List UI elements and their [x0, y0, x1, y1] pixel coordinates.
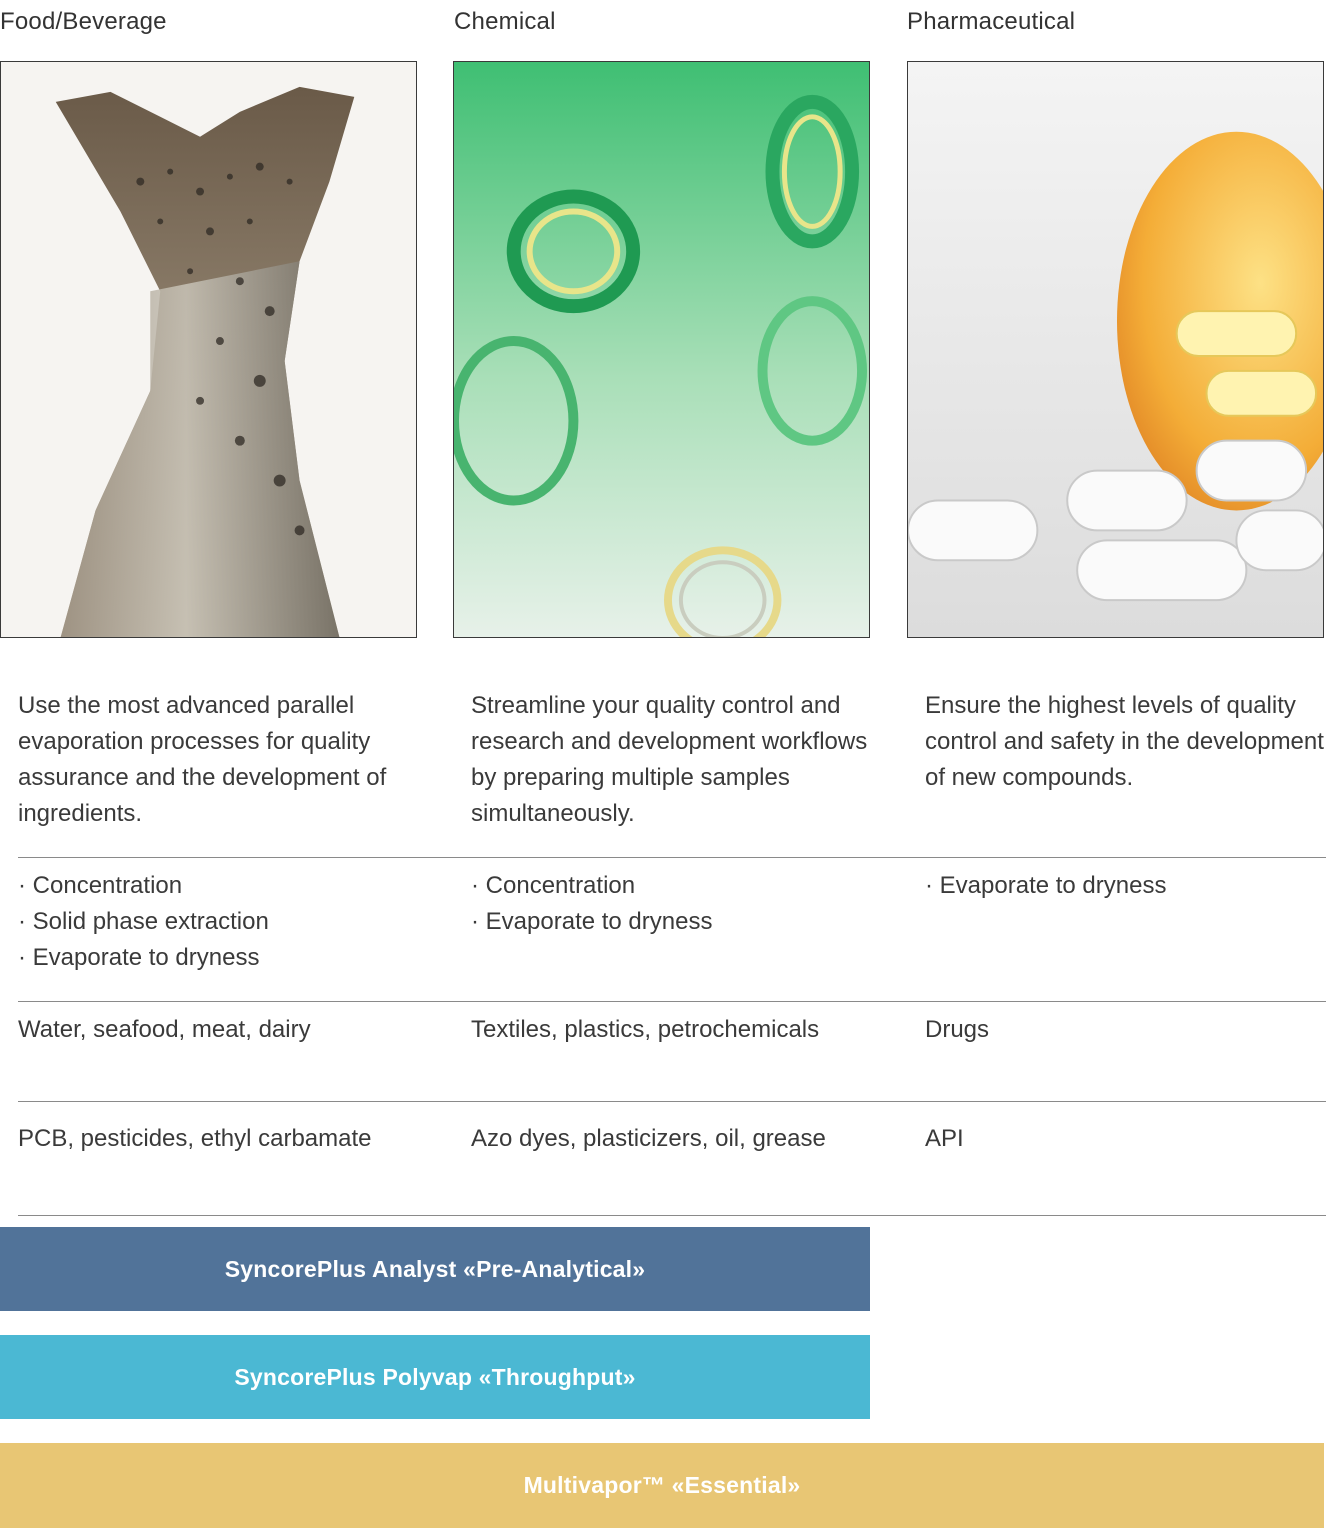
- product-band-multivapor: Multivapor™ «Essential»: [0, 1443, 1324, 1528]
- column-title-pharmaceutical: Pharmaceutical: [907, 8, 1076, 35]
- fish-tail-photo: [0, 61, 417, 638]
- list-item: Concentration: [18, 868, 438, 904]
- column-title-food-beverage: Food/Beverage: [0, 8, 167, 35]
- analytes-pharmaceutical: API: [925, 1125, 964, 1152]
- applications-food-beverage: Concentration Solid phase extraction Eva…: [18, 868, 438, 976]
- analytes-chemical: Azo dyes, plasticizers, oil, grease: [471, 1125, 826, 1152]
- samples-pharmaceutical: Drugs: [925, 1016, 990, 1043]
- product-band-syncoreplus-analyst: SyncorePlus Analyst «Pre-Analytical»: [0, 1227, 870, 1311]
- divider-line: [18, 1215, 1326, 1216]
- description-food-beverage: Use the most advanced parallel evaporati…: [18, 692, 387, 827]
- applications-chemical: Concentration Evaporate to dryness: [471, 868, 891, 940]
- list-item: Evaporate to dryness: [18, 940, 438, 976]
- analytes-food-beverage: PCB, pesticides, ethyl carbamate: [18, 1125, 372, 1152]
- pill-bottle-photo: [907, 61, 1324, 638]
- list-item: Evaporate to dryness: [925, 868, 1325, 904]
- plastic-bottles-photo: [453, 61, 870, 638]
- list-item: Solid phase extraction: [18, 904, 438, 940]
- samples-chemical: Textiles, plastics, petrochemicals: [471, 1016, 820, 1043]
- applications-pharmaceutical: Evaporate to dryness: [925, 868, 1325, 904]
- divider-line: [18, 1101, 1326, 1102]
- list-item: Evaporate to dryness: [471, 904, 891, 940]
- description-chemical: Streamline your quality control and rese…: [471, 692, 868, 827]
- samples-food-beverage: Water, seafood, meat, dairy: [18, 1016, 311, 1043]
- list-item: Concentration: [471, 868, 891, 904]
- divider-line: [18, 1001, 1326, 1002]
- product-band-syncoreplus-polyvap: SyncorePlus Polyvap «Throughput»: [0, 1335, 870, 1419]
- divider-line: [18, 857, 1326, 858]
- column-title-chemical: Chemical: [454, 8, 556, 35]
- description-pharmaceutical: Ensure the highest levels of quality con…: [925, 692, 1324, 791]
